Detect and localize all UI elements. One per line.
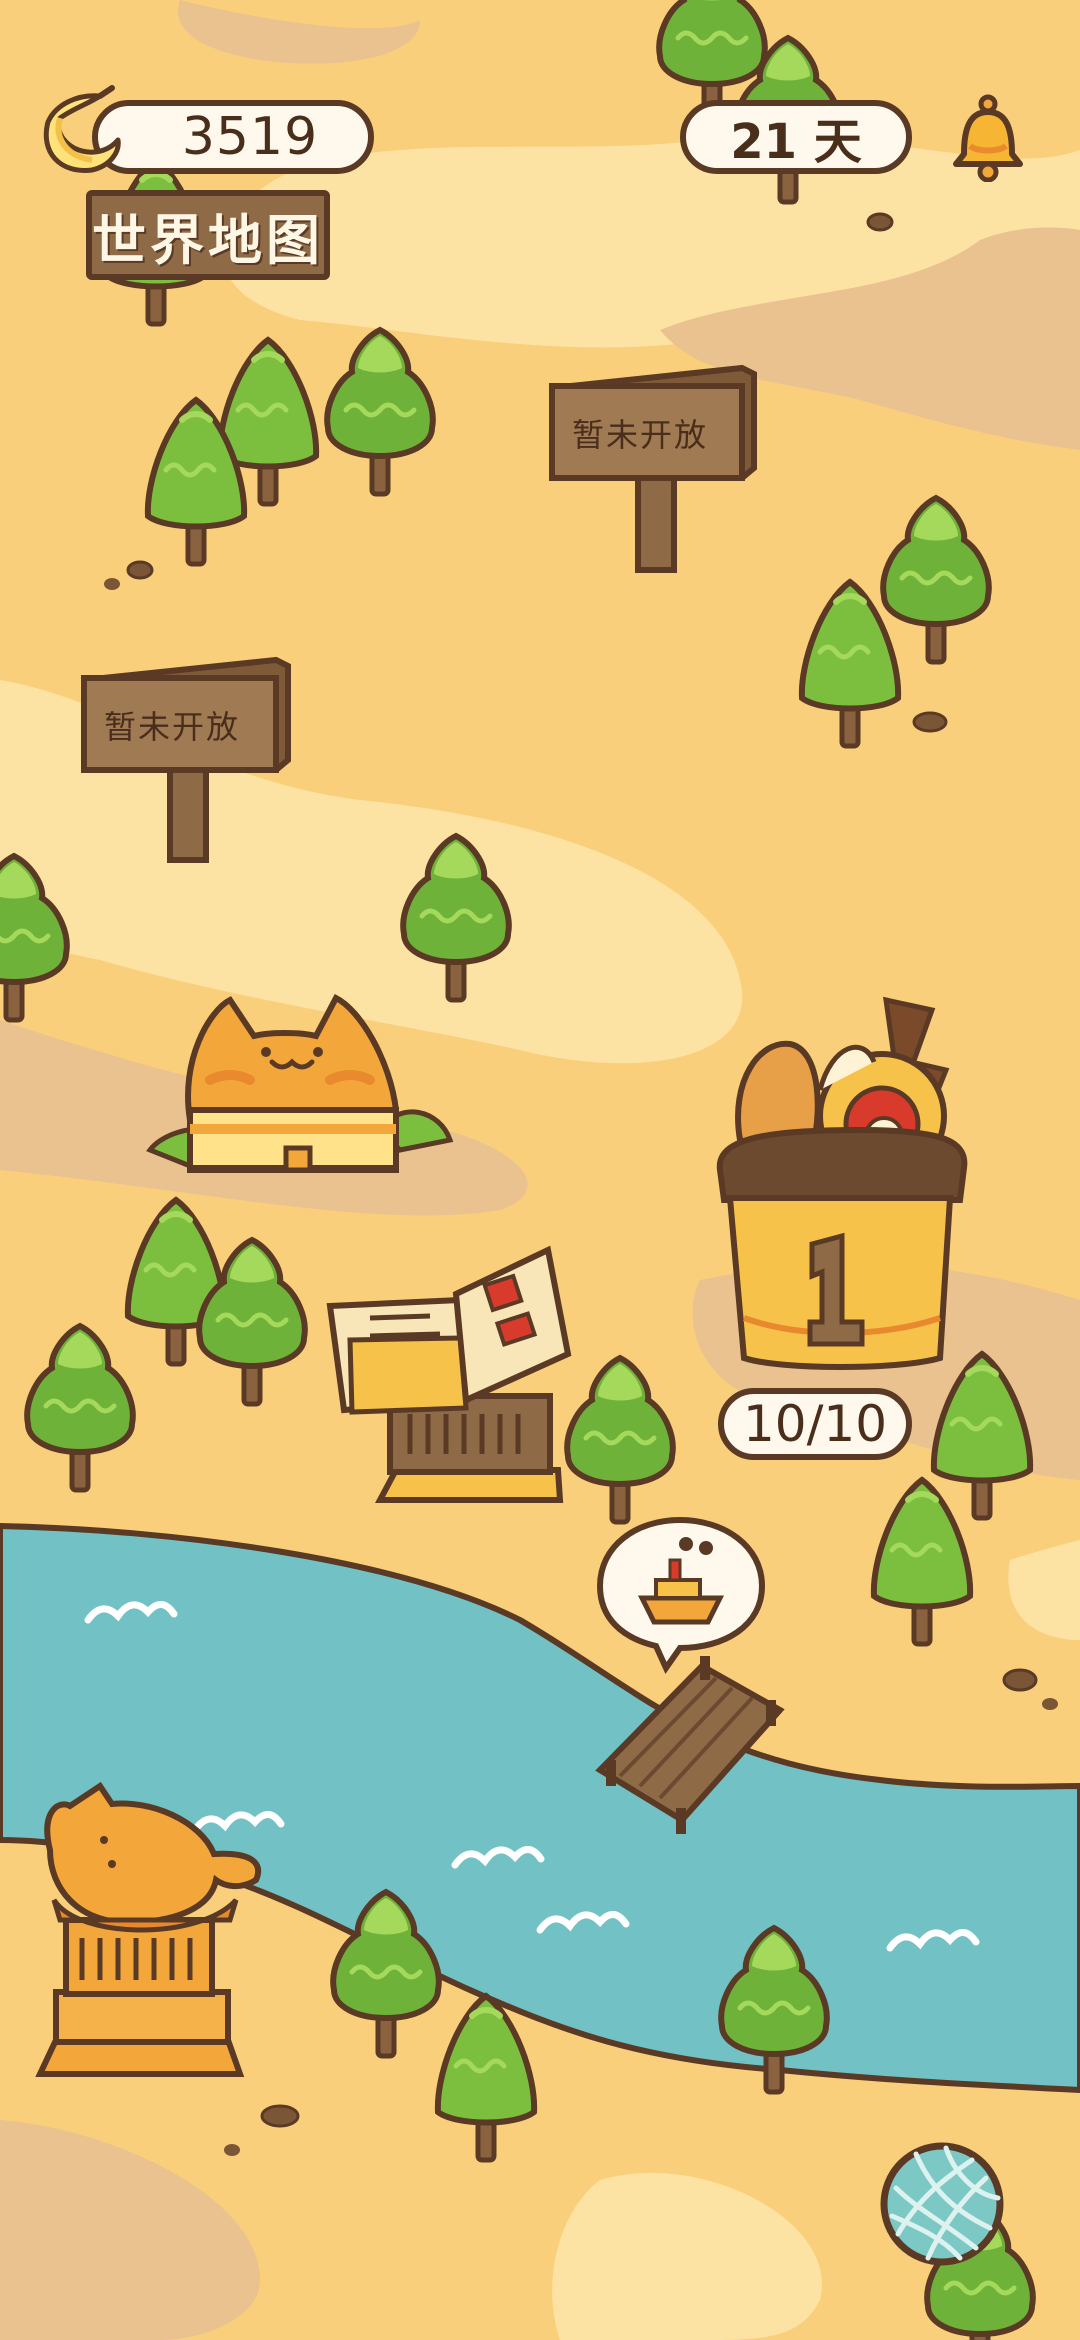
locked-area-label: 暂未开放 [104,708,241,746]
world-map-screen: 3519 21 天 世界地图 暂未开放 暂未开放 10/10 [0,0,1080,2340]
coin-counter: 3519 [92,100,374,174]
rock [1002,1668,1038,1692]
rock [104,578,120,590]
page-title: 世界地图 [86,190,330,280]
level-progress-text: 10/10 [742,1395,888,1453]
rock [126,560,154,580]
world-map [0,0,1080,2340]
level-progress-badge[interactable]: 10/10 [718,1388,912,1460]
day-counter: 21 天 [680,100,912,174]
bell-icon[interactable] [948,92,1028,182]
rock [260,2104,300,2128]
banana-icon [43,85,121,173]
coin-count: 3519 [181,107,319,167]
day-count: 21 天 [730,114,862,170]
rock [1042,1698,1058,1710]
rock [866,212,894,232]
rock [224,2144,240,2156]
yarn-ball-icon[interactable] [876,2138,1008,2270]
locked-area-label: 暂未开放 [572,416,709,454]
rock [912,711,948,733]
